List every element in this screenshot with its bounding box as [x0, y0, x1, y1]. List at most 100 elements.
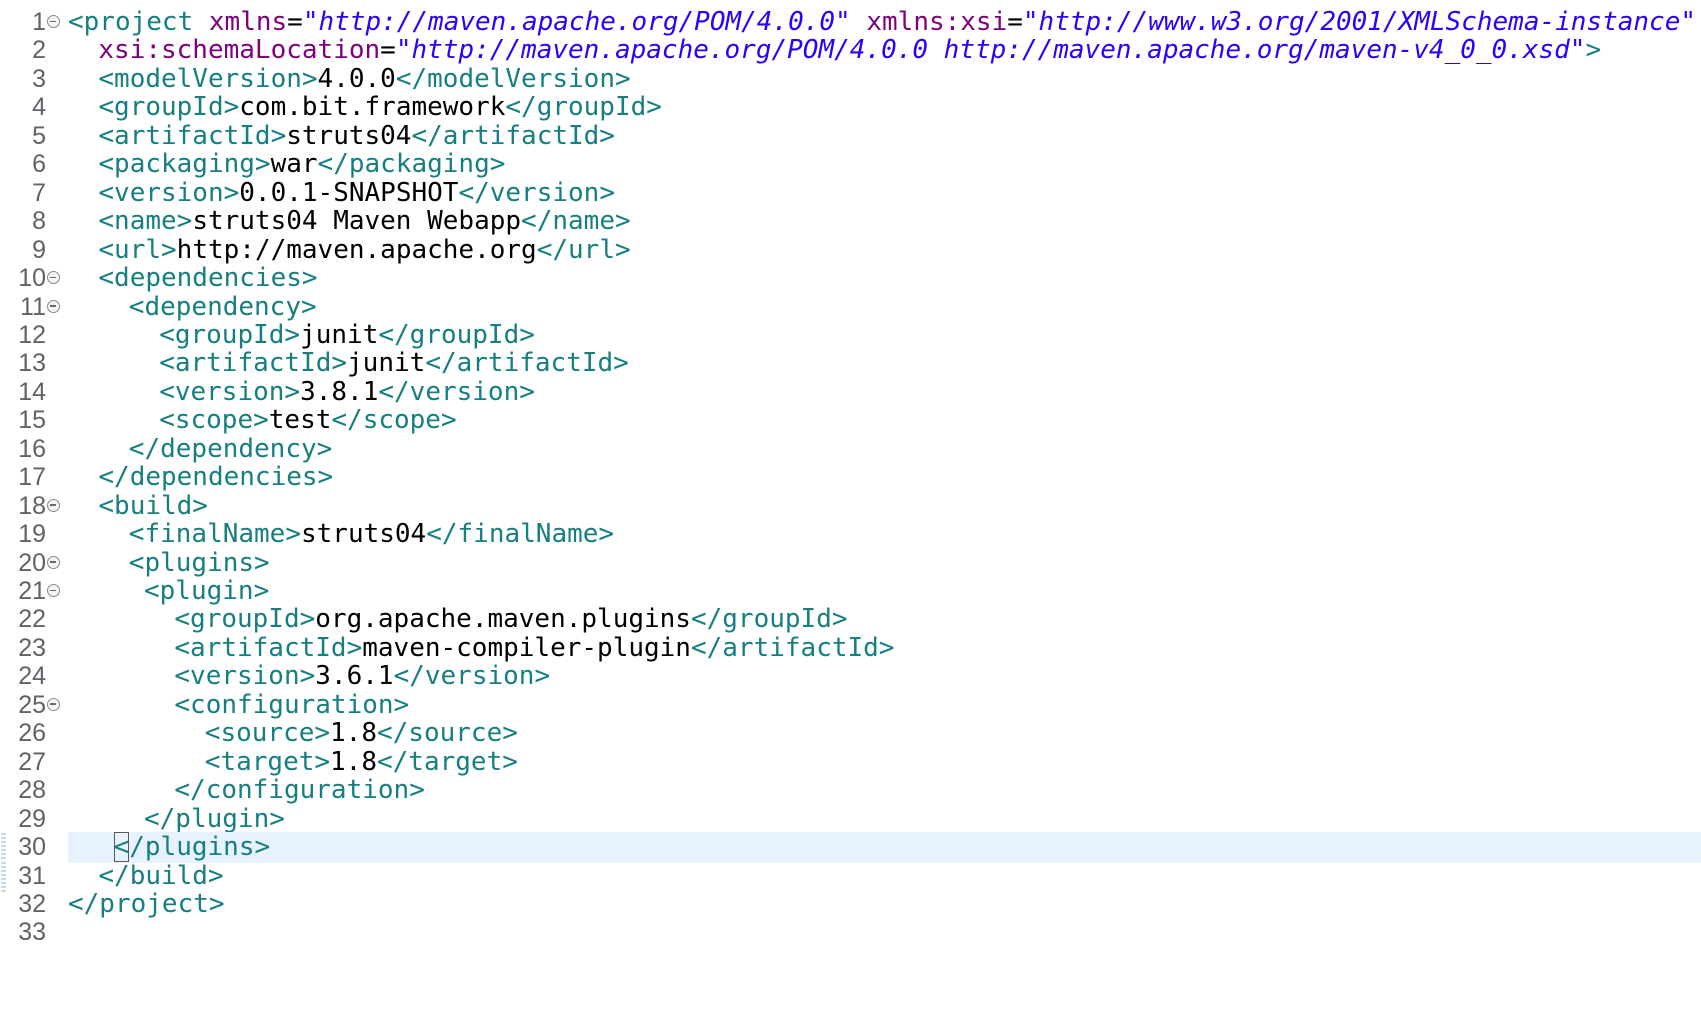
code-area[interactable]: <artifactId>junit</artifactId> [68, 348, 1701, 379]
code-area[interactable]: <groupId>junit</groupId> [68, 320, 1701, 351]
code-line[interactable]: 22 <groupId>org.apache.maven.plugins</gro… [0, 604, 1701, 635]
code-line[interactable]: 25 <configuration> [0, 690, 1701, 721]
code-text: <scope>test</scope> [159, 405, 456, 436]
code-area[interactable]: <build> [68, 491, 1701, 522]
code-line[interactable]: 20 <plugins> [0, 548, 1701, 579]
line-number: 32 [18, 889, 46, 918]
collapse-fold-icon[interactable] [47, 584, 60, 597]
code-area[interactable]: <version>3.6.1</version> [68, 661, 1701, 692]
code-area[interactable]: <dependency> [68, 292, 1701, 323]
code-area[interactable]: </build> [68, 861, 1701, 892]
code-area[interactable]: </configuration> [68, 775, 1701, 806]
collapse-fold-icon[interactable] [47, 498, 60, 512]
code-area[interactable]: <artifactId>maven-compiler-plugin</artif… [68, 633, 1701, 664]
xml-text-token: = [287, 7, 303, 37]
xml-text-token: struts04 Maven Webapp [192, 206, 522, 237]
code-text: <groupId>junit</groupId> [159, 320, 535, 351]
code-line[interactable]: 24 <version>3.6.1</version> [0, 661, 1701, 692]
line-gutter: 1 [0, 7, 66, 38]
xml-tag-token: </dependency> [128, 433, 333, 464]
code-area[interactable]: <project xmlns="http://maven.apache.org/… [68, 7, 1701, 38]
code-area[interactable]: </dependencies> [68, 462, 1701, 493]
code-area[interactable]: </dependency> [68, 434, 1701, 465]
line-gutter: 23 [0, 633, 66, 664]
code-line[interactable]: 15 <scope>test</scope> [0, 405, 1701, 436]
line-number: 12 [18, 320, 46, 349]
code-line[interactable]: 10 <dependencies> [0, 263, 1701, 294]
code-line[interactable]: 17 </dependencies> [0, 462, 1701, 493]
code-area[interactable]: <target>1.8</target> [68, 747, 1701, 778]
code-area[interactable]: <source>1.8</source> [68, 718, 1701, 749]
code-line[interactable]: 6 <packaging>war</packaging> [0, 149, 1701, 180]
collapse-fold-icon[interactable] [47, 299, 60, 313]
collapse-fold-icon[interactable] [47, 555, 60, 569]
code-area[interactable]: <version>0.0.1-SNAPSHOT</version> [68, 178, 1701, 209]
code-area[interactable]: </plugins> [68, 832, 1701, 864]
code-area[interactable]: <dependencies> [68, 263, 1701, 294]
code-line[interactable]: 4 <groupId>com.bit.framework</groupId> [0, 92, 1701, 123]
code-area[interactable]: <url>http://maven.apache.org</url> [68, 235, 1701, 266]
code-line[interactable]: 14 <version>3.8.1</version> [0, 377, 1701, 408]
code-line[interactable]: 7 <version>0.0.1-SNAPSHOT</version> [0, 178, 1701, 209]
code-area[interactable]: <name>struts04 Maven Webapp</name> [68, 206, 1701, 237]
code-area[interactable]: xsi:schemaLocation="http://maven.apache.… [68, 35, 1701, 66]
code-area[interactable]: <scope>test</scope> [68, 405, 1701, 436]
code-line[interactable]: 33 [0, 917, 1701, 948]
code-line[interactable]: 9 <url>http://maven.apache.org</url> [0, 235, 1701, 266]
code-area[interactable]: <version>3.8.1</version> [68, 377, 1701, 408]
xml-string-token: "http://www.w3.org/2001/XMLSchema-instan… [1022, 7, 1696, 37]
code-line[interactable]: 1 <project xmlns="http://maven.apache.org… [0, 7, 1701, 38]
code-line[interactable]: 13 <artifactId>junit</artifactId> [0, 348, 1701, 379]
line-gutter: 18 [0, 491, 66, 522]
line-number: 26 [18, 719, 46, 748]
code-line[interactable]: 31 </build> [0, 860, 1701, 892]
code-area[interactable]: <groupId>org.apache.maven.plugins</group… [68, 604, 1701, 635]
code-area[interactable]: </project> [68, 889, 1701, 920]
line-number: 14 [18, 377, 46, 406]
line-number: 1 [32, 8, 46, 36]
code-line[interactable]: 5 <artifactId>struts04</artifactId> [0, 121, 1701, 152]
xml-tag-token: /plugins> [129, 832, 271, 863]
code-line[interactable]: 28 </configuration> [0, 775, 1701, 806]
code-line[interactable]: 12 <groupId>junit</groupId> [0, 320, 1701, 351]
code-area[interactable]: <packaging>war</packaging> [68, 149, 1701, 180]
code-line[interactable]: 23 <artifactId>maven-compiler-plugin</art… [0, 633, 1701, 664]
collapse-fold-icon[interactable] [47, 697, 60, 711]
line-number: 29 [18, 804, 46, 833]
code-line[interactable]: 18 <build> [0, 491, 1701, 522]
code-area[interactable]: <plugins> [68, 548, 1701, 579]
code-area[interactable]: </plugin> [68, 804, 1701, 835]
collapse-fold-icon[interactable] [47, 271, 60, 285]
code-area[interactable]: <artifactId>struts04</artifactId> [68, 121, 1701, 152]
code-line[interactable]: 29 </plugin> [0, 804, 1701, 835]
line-gutter: 33 [0, 917, 66, 948]
code-line[interactable]: 21 <plugin> [0, 576, 1701, 607]
line-number: 28 [18, 776, 46, 805]
xml-tag-token: > [1585, 35, 1602, 66]
code-line[interactable]: 32 </project> [0, 889, 1701, 920]
code-line[interactable]: 27 <target>1.8</target> [0, 747, 1701, 778]
line-gutter: 27 [0, 747, 66, 778]
code-area[interactable]: <configuration> [68, 690, 1701, 721]
code-area[interactable]: <finalName>struts04</finalName> [68, 519, 1701, 550]
xml-text-token: 1.8 [330, 718, 377, 749]
code-line[interactable]: 30 </plugins> [0, 832, 1701, 864]
code-text: <source>1.8</source> [205, 718, 518, 749]
code-area[interactable]: <modelVersion>4.0.0</modelVersion> [68, 64, 1701, 95]
xml-text-token: com.bit.framework [239, 92, 506, 123]
line-gutter: 21 [0, 576, 66, 607]
code-area[interactable]: <groupId>com.bit.framework</groupId> [68, 92, 1701, 123]
code-line[interactable]: 26 <source>1.8</source> [0, 718, 1701, 749]
code-line[interactable]: 8 <name>struts04 Maven Webapp</name> [0, 206, 1701, 237]
code-line[interactable]: 16 </dependency> [0, 434, 1701, 465]
code-area[interactable]: <plugin> [68, 576, 1701, 607]
xml-editor[interactable]: 1 <project xmlns="http://maven.apache.org… [0, 0, 1701, 1014]
code-line[interactable]: 11 <dependency> [0, 292, 1701, 323]
code-line[interactable]: 2 xsi:schemaLocation="http://maven.apache… [0, 35, 1701, 66]
line-number: 5 [32, 121, 46, 150]
code-line[interactable]: 19 <finalName>struts04</finalName> [0, 519, 1701, 550]
code-area[interactable] [68, 917, 1701, 948]
collapse-fold-icon[interactable] [47, 15, 60, 28]
line-number: 7 [32, 178, 46, 207]
code-line[interactable]: 3 <modelVersion>4.0.0</modelVersion> [0, 64, 1701, 95]
